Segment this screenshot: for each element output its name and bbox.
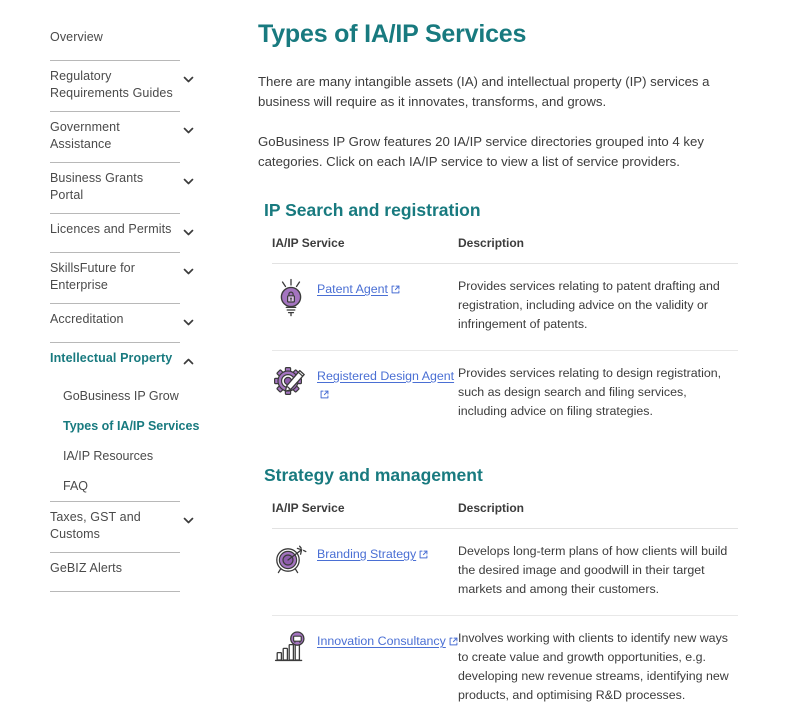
sidebar-item-label: SkillsFuture for Enterprise [50,260,180,294]
sidebar-item-row[interactable]: Regulatory Requirements Guides [50,61,180,111]
sidebar-item-row[interactable]: Accreditation [50,304,180,342]
sidebar-item-types-of-ia-ip-services[interactable]: Types of IA/IP Services [0,411,250,441]
chevron-down-icon[interactable] [182,316,195,329]
column-header-service: IA/IP Service [272,236,458,264]
external-link-icon [419,546,428,555]
page-root: Overview Regulatory Requirements Guides … [0,0,800,650]
chevron-down-icon[interactable] [182,124,195,137]
chevron-down-icon[interactable] [182,514,195,527]
external-link-icon [320,386,329,395]
chevron-down-icon[interactable] [182,265,195,278]
sidebar-subitem-label: Types of IA/IP Services [63,419,199,433]
sidebar-item-label: Intellectual Property [50,350,172,367]
external-link-icon [449,633,458,642]
sidebar-item-label: Accreditation [50,311,124,328]
services-table-ip-search-and-registration: IA/IP Service Description [272,236,738,437]
sidebar-item-row[interactable]: Overview [50,22,180,60]
service-cell-inner: Patent Agent [272,277,458,318]
sidebar-subitem-label: GoBusiness IP Grow [63,389,179,403]
sidebar-item-gobusiness-ip-grow[interactable]: GoBusiness IP Grow [0,381,250,411]
table-row: Branding Strategy Develops long-term pla… [272,529,738,616]
service-cell: Patent Agent [272,264,458,351]
service-link-registered-design-agent[interactable]: Registered Design Agent [317,369,454,383]
sidebar-item-label: Taxes, GST and Customs [50,509,180,543]
service-description: Provides services relating to patent dra… [458,264,738,351]
sidebar-item-row[interactable]: GeBIZ Alerts [50,553,180,591]
chevron-down-icon[interactable] [182,175,195,188]
section-title-ip-search-and-registration: IP Search and registration [264,198,758,222]
sidebar-item-licences-and-permits[interactable]: Licences and Permits [0,214,250,252]
sidebar-item-label: Regulatory Requirements Guides [50,68,180,102]
table-row: Innovation Consultancy Involves working … [272,616,738,721]
main-content: Types of IA/IP Services There are many i… [250,0,800,650]
sidebar-item-business-grants-portal[interactable]: Business Grants Portal [0,163,250,213]
service-cell-inner: Branding Strategy [272,542,458,583]
gear-pencil-icon [272,364,310,405]
sidebar-item-row[interactable]: Intellectual Property [50,343,180,381]
table-row: Patent Agent Provides services relating … [272,264,738,351]
column-header-description: Description [458,236,738,264]
sidebar-item-label: Overview [50,29,103,46]
sidebar-item-intellectual-property[interactable]: Intellectual Property [0,343,250,381]
sidebar: Overview Regulatory Requirements Guides … [0,0,250,650]
service-description: Involves working with clients to identif… [458,616,738,721]
sidebar-item-row[interactable]: Licences and Permits [50,214,180,252]
sidebar-item-label: Government Assistance [50,119,180,153]
sidebar-item-ia-ip-resources[interactable]: IA/IP Resources [0,441,250,471]
sidebar-item-row[interactable]: Government Assistance [50,112,180,162]
column-header-description: Description [458,501,738,529]
services-table-strategy-and-management: IA/IP Service Description [272,501,738,721]
table-header-row: IA/IP Service Description [272,236,738,264]
table-row: Registered Design Agent Provides service… [272,351,738,438]
section-title-strategy-and-management: Strategy and management [264,463,758,487]
sidebar-item-row[interactable]: SkillsFuture for Enterprise [50,253,180,303]
intro-paragraph-1: There are many intangible assets (IA) an… [258,72,758,112]
service-link-wrap: Innovation Consultancy [317,629,458,650]
sidebar-item-label: Business Grants Portal [50,170,180,204]
sidebar-divider [50,591,180,592]
table-header-row: IA/IP Service Description [272,501,738,529]
sidebar-item-faq[interactable]: FAQ [0,471,250,501]
sidebar-item-gebiz-alerts[interactable]: GeBIZ Alerts [0,553,250,591]
page-title: Types of IA/IP Services [258,18,758,50]
table-body: Patent Agent Provides services relating … [272,264,738,438]
sidebar-item-row[interactable]: Business Grants Portal [50,163,180,213]
service-description: Provides services relating to design reg… [458,351,738,438]
sidebar-item-label: Licences and Permits [50,221,172,238]
service-link-wrap: Branding Strategy [317,542,428,563]
table-body: Branding Strategy Develops long-term pla… [272,529,738,721]
column-header-service: IA/IP Service [272,501,458,529]
sidebar-subitem-label: IA/IP Resources [63,449,153,463]
chevron-up-icon[interactable] [182,355,195,368]
lightbulb-padlock-icon [272,277,310,318]
service-description: Develops long-term plans of how clients … [458,529,738,616]
sidebar-item-row[interactable]: Taxes, GST and Customs [50,502,180,552]
service-cell: Innovation Consultancy [272,616,458,721]
sidebar-item-overview[interactable]: Overview [0,22,250,60]
sidebar-subnav-intellectual-property: GoBusiness IP Grow Types of IA/IP Servic… [0,381,250,501]
sidebar-item-government-assistance[interactable]: Government Assistance [0,112,250,162]
service-link-patent-agent[interactable]: Patent Agent [317,282,388,296]
sidebar-item-label: GeBIZ Alerts [50,560,122,577]
service-link-branding-strategy[interactable]: Branding Strategy [317,547,416,561]
service-link-innovation-consultancy[interactable]: Innovation Consultancy [317,634,446,648]
service-cell: Branding Strategy [272,529,458,616]
service-link-wrap: Patent Agent [317,277,400,298]
chevron-down-icon[interactable] [182,73,195,86]
service-cell: Registered Design Agent [272,351,458,438]
sidebar-item-skillsfuture-for-enterprise[interactable]: SkillsFuture for Enterprise [0,253,250,303]
sidebar-nav-list: Overview Regulatory Requirements Guides … [0,22,250,592]
chevron-down-icon[interactable] [182,226,195,239]
sidebar-item-taxes-gst-and-customs[interactable]: Taxes, GST and Customs [0,502,250,552]
table-header: IA/IP Service Description [272,236,738,264]
target-arrow-icon [272,542,310,583]
table-header: IA/IP Service Description [272,501,738,529]
service-link-wrap: Registered Design Agent [317,364,458,402]
external-link-icon [391,281,400,290]
sidebar-item-regulatory-requirements-guides[interactable]: Regulatory Requirements Guides [0,61,250,111]
sidebar-item-accreditation[interactable]: Accreditation [0,304,250,342]
intro-paragraph-2: GoBusiness IP Grow features 20 IA/IP ser… [258,132,758,172]
sidebar-subitem-label: FAQ [63,479,88,493]
service-cell-inner: Registered Design Agent [272,364,458,405]
